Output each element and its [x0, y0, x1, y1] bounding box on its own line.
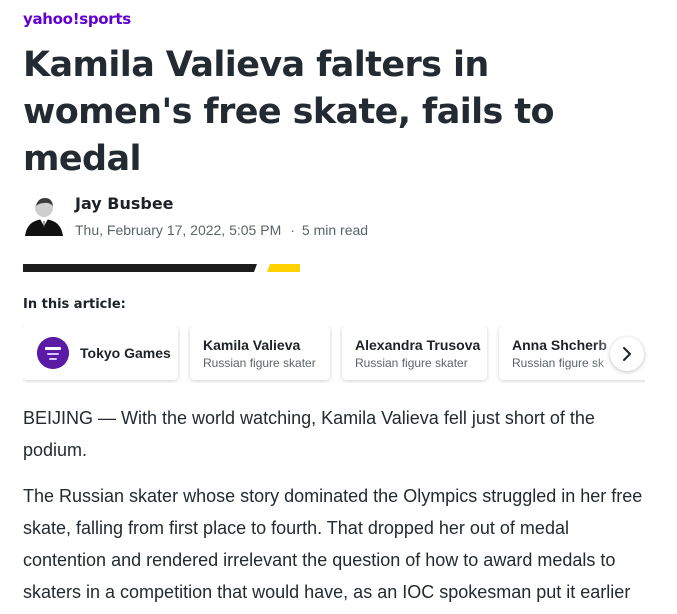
- tokyo-games-logo-icon: [37, 337, 69, 369]
- chevron-right-icon: [623, 347, 631, 361]
- article-meta: Thu, February 17, 2022, 5:05 PM · 5 min re…: [75, 222, 368, 238]
- chip-tokyo-games[interactable]: Tokyo Games: [23, 326, 178, 380]
- article-headline: Kamila Valieva falters in women's free s…: [23, 45, 555, 179]
- chip-alexandra-trusova[interactable]: Alexandra Trusova Russian figure skater: [342, 326, 487, 380]
- chip-subtitle: Russian figure skater: [203, 356, 316, 370]
- read-time: 5 min read: [301, 222, 369, 238]
- chip-label: Tokyo Games: [80, 345, 171, 361]
- article-paragraph: The Russian skater whose story dominated…: [23, 486, 643, 602]
- chip-subtitle: Russian figure skater: [355, 356, 468, 370]
- chip-kamila-valieva[interactable]: Kamila Valieva Russian figure skater: [190, 326, 330, 380]
- chips-next-button[interactable]: [610, 337, 644, 371]
- chip-label: Kamila Valieva: [203, 337, 301, 353]
- accent-divider: [23, 264, 300, 272]
- article-paragraph: BEIJING — With the world watching, Kamil…: [23, 408, 595, 460]
- author-avatar[interactable]: [23, 194, 65, 236]
- logo-text: yahoo!: [23, 10, 80, 28]
- author-name[interactable]: Jay Busbee: [75, 194, 174, 213]
- publish-date: Thu, February 17, 2022, 5:05 PM: [75, 222, 282, 238]
- logo-section: sports: [79, 10, 131, 28]
- meta-separator: ·: [290, 222, 295, 238]
- in-this-article-label: In this article:: [23, 297, 126, 312]
- chip-label: Alexandra Trusova: [355, 337, 481, 353]
- chip-subtitle: Russian figure sk: [512, 356, 605, 370]
- entity-chip-row: Tokyo Games Kamila Valieva Russian figur…: [23, 326, 645, 383]
- yahoo-sports-logo[interactable]: yahoo!sports: [23, 10, 131, 28]
